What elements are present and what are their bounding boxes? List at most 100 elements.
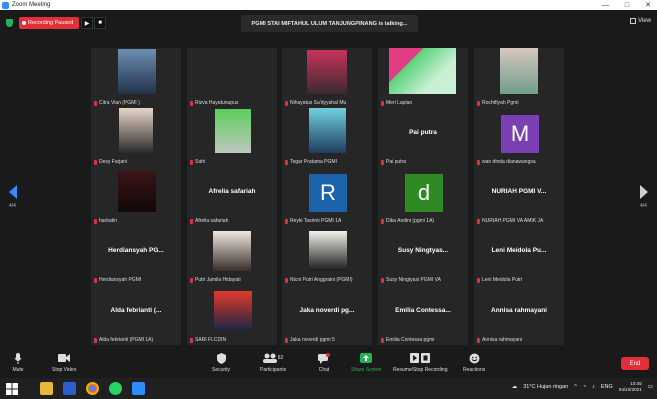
whatsapp-icon[interactable]	[109, 382, 122, 395]
participant-name: Pai putra	[386, 159, 407, 165]
stop-video-label: Stop Video	[52, 367, 77, 373]
participant-avatar: d	[405, 174, 443, 212]
muted-mic-icon	[381, 277, 384, 283]
participant-tile[interactable]: NURIAH PGMI V... NURIAH PGMI VA AMIK JA	[474, 166, 564, 226]
minimize-button[interactable]: —	[602, 2, 609, 9]
mute-button[interactable]: Mute	[12, 352, 24, 373]
muted-mic-icon	[285, 337, 288, 343]
weather-status[interactable]: 31°C Hujan ringan	[523, 384, 568, 390]
participant-tile[interactable]: Rizva Hayatunupus	[187, 48, 277, 108]
participant-tile[interactable]: Leni Meidola Pu... Leni Meidola Putri	[474, 225, 564, 285]
muted-mic-icon	[381, 159, 384, 165]
recording-control-button[interactable]: Resume/Stop Recording	[393, 352, 447, 373]
recording-control-label: Resume/Stop Recording	[393, 367, 448, 373]
muted-mic-icon	[477, 100, 480, 106]
participant-tile[interactable]: Nihayatus Sa'dyyahal Mu	[282, 48, 372, 108]
participant-tile[interactable]: Pai putra Pai putra	[378, 107, 468, 167]
tray-chevron-icon[interactable]: ^	[574, 384, 577, 390]
muted-mic-icon	[190, 159, 193, 165]
participant-tile[interactable]: Nicni Putri Anggraini (PGMI)	[282, 225, 372, 285]
stop-video-button[interactable]: Stop Video	[52, 352, 76, 373]
zoom-window: Zoom Meeting — □ ✕ Recording Paused ▶ ■ …	[0, 0, 657, 399]
muted-mic-icon	[190, 218, 193, 224]
participant-tile[interactable]: Mwan dinda dianawangsa	[474, 107, 564, 167]
participant-tile[interactable]: Putri Jamila Hidayati	[187, 225, 277, 285]
chat-bubble-icon	[318, 352, 330, 364]
next-page-button[interactable]: 4/4	[640, 185, 650, 209]
security-label: Security	[212, 367, 231, 373]
participant-display-name: Afrelia safariah	[208, 188, 256, 195]
participant-video	[118, 49, 156, 94]
participant-tile[interactable]: Afrelia safariah Afrelia safariah	[187, 166, 277, 226]
participant-tile[interactable]: Desy Farjani	[91, 107, 181, 167]
muted-mic-icon	[285, 100, 288, 106]
reactions-button[interactable]: Reactions	[463, 352, 485, 373]
security-button[interactable]: Security	[212, 352, 230, 373]
participant-tile[interactable]: R Reyki Tasrimi PGMI 1A	[282, 166, 372, 226]
participant-avatar: M	[501, 115, 539, 153]
muted-mic-icon	[94, 277, 97, 283]
participant-tile[interactable]: Meri Laplan	[378, 48, 468, 108]
participant-name: Putri Jamila Hidayati	[195, 277, 241, 283]
participant-tile[interactable]: Jaka noverdi pg... Jaka noverdi pgmi 5	[282, 285, 372, 345]
maximize-button[interactable]: □	[625, 2, 629, 9]
participant-video	[119, 108, 153, 153]
participant-tile[interactable]: Emilia Contessa... Emilia Contessa pgmi	[378, 285, 468, 345]
participant-tile[interactable]: SARI FLCDIN	[187, 285, 277, 345]
participant-name-label: Dika Andini (pgmi 1A)	[381, 218, 434, 224]
chat-button[interactable]: Chat	[318, 352, 330, 373]
zoom-app-icon	[2, 1, 9, 9]
participant-name: Leni Meidola Putri	[482, 277, 523, 283]
active-speaker-banner: PGMI STAI MIFTAHUL ULUM TANJUNGPINANG is…	[241, 15, 418, 32]
participant-name-label: Tegar Pratama PGMI	[285, 159, 337, 165]
participant-name-label: Leni Meidola Putri	[477, 277, 522, 283]
participant-display-name: Annisa rahmayani	[491, 307, 547, 314]
participant-tile[interactable]: Safri	[187, 107, 277, 167]
participant-name-label: Reyki Tasrimi PGMI 1A	[285, 218, 341, 224]
participant-tile[interactable]: Rochtfiyah PgmI	[474, 48, 564, 108]
zoom-taskbar-icon[interactable]	[132, 382, 145, 395]
weather-cloud-icon[interactable]: ☁	[512, 384, 518, 390]
close-button[interactable]: ✕	[645, 1, 651, 9]
stop-recording-button[interactable]: ■	[94, 17, 106, 29]
chrome-icon[interactable]	[86, 382, 99, 395]
participant-name-label: Annisa rahmayani	[477, 337, 522, 343]
participant-video	[389, 48, 456, 94]
encryption-shield-icon[interactable]	[6, 19, 13, 27]
muted-mic-icon	[94, 218, 97, 224]
participant-display-name: Alda febrianti (...	[110, 307, 162, 314]
view-button[interactable]: View	[630, 18, 651, 24]
participant-tile[interactable]: Citra Vian (PGMI )	[91, 48, 181, 108]
muted-mic-icon	[190, 100, 193, 106]
participant-tile[interactable]: Annisa rahmayani Annisa rahmayani	[474, 285, 564, 345]
end-meeting-button[interactable]: End	[621, 357, 649, 370]
participant-name: Nicni Putri Anggraini (PGMI)	[290, 277, 353, 283]
participant-tile[interactable]: Alda febrianti (... Alda febrianti (PGMI …	[91, 285, 181, 345]
mail-icon[interactable]	[63, 382, 76, 395]
previous-page-button[interactable]: 4/4	[9, 185, 19, 209]
participant-name: Rizva Hayatunupus	[195, 100, 239, 106]
participant-video	[500, 48, 538, 94]
network-icon[interactable]: ◔	[583, 384, 586, 390]
participant-tile[interactable]: Tegar Pratama PGMI	[282, 107, 372, 167]
language-indicator[interactable]: ENG	[601, 384, 613, 390]
participants-button[interactable]: 82 Participants	[260, 352, 286, 373]
muted-mic-icon	[285, 277, 288, 283]
participant-name-label: Putri Jamila Hidayati	[190, 277, 241, 283]
share-screen-button[interactable]: Share Screen	[351, 352, 382, 373]
participant-tile[interactable]: harbatin	[91, 166, 181, 226]
windows-taskbar: ☁ 31°C Hujan ringan ^ ◔ ♪ ENG 10:45 04/1…	[0, 378, 657, 399]
participant-tile[interactable]: Herdiansyah PG... Herdiansyah PGMI	[91, 225, 181, 285]
resume-recording-button[interactable]: ▶	[81, 17, 93, 29]
participant-name-label: Alda febrianti (PGMI 1A)	[94, 337, 153, 343]
windows-start-icon[interactable]	[6, 382, 19, 395]
participant-name-label: Susy Ningtyasi PGMI VA	[381, 277, 441, 283]
notification-icon[interactable]: ▭	[648, 384, 653, 390]
participant-tile[interactable]: d Dika Andini (pgmi 1A)	[378, 166, 468, 226]
participant-tile[interactable]: Susy Ningtyas... Susy Ningtyasi PGMI VA	[378, 225, 468, 285]
volume-icon[interactable]: ♪	[592, 384, 595, 390]
muted-mic-icon	[285, 159, 288, 165]
clock[interactable]: 10:45 04/10/2021	[619, 381, 642, 393]
file-explorer-icon[interactable]	[40, 382, 53, 395]
chevron-right-icon	[640, 185, 648, 199]
